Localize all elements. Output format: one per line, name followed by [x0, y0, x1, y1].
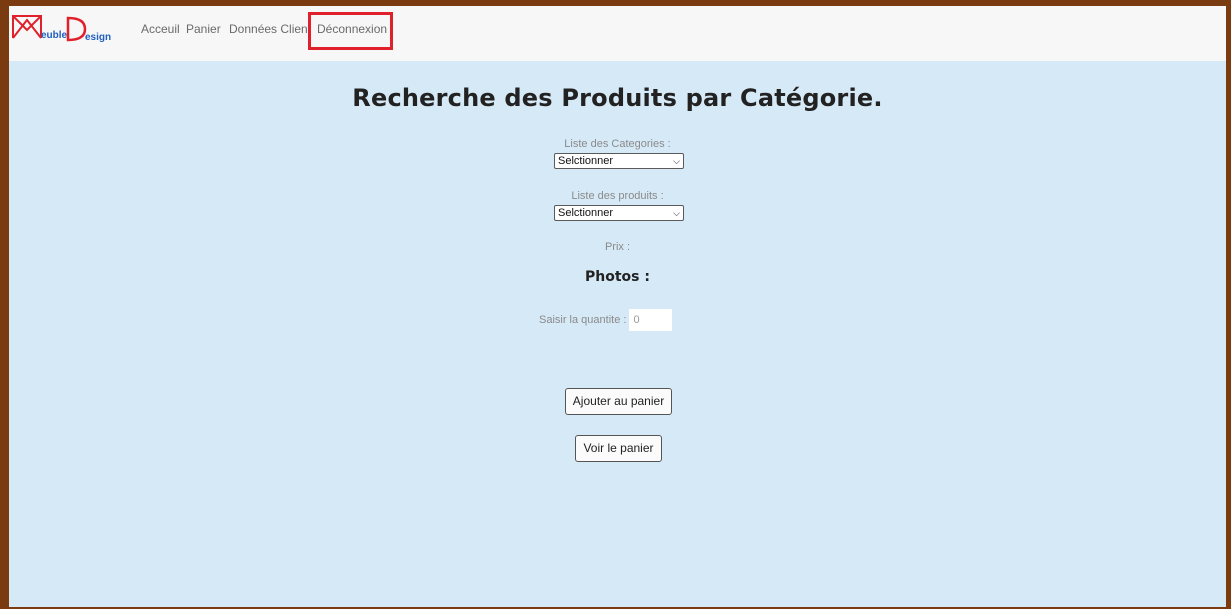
navbar: euble esign Acceuil Panier Données Clien…	[9, 6, 1226, 61]
view-cart-button[interactable]: Voir le panier	[575, 435, 662, 462]
chevron-down-icon: ⌵	[673, 156, 680, 166]
price-label: Prix :	[604, 241, 631, 253]
categories-select[interactable]: Selctionner ⌵	[554, 153, 684, 169]
add-to-cart-button[interactable]: Ajouter au panier	[565, 388, 672, 415]
app-frame: euble esign Acceuil Panier Données Clien…	[0, 0, 1231, 609]
highlight-box	[308, 12, 393, 50]
quantity-row: Saisir la quantite :	[539, 309, 673, 331]
products-select-value: Selctionner	[558, 207, 614, 219]
nav-link-donnees-client[interactable]: Données Client	[229, 22, 311, 36]
logo[interactable]: euble esign	[11, 12, 119, 44]
svg-text:euble: euble	[41, 30, 68, 41]
products-label: Liste des produits :	[571, 190, 664, 202]
quantity-input[interactable]	[629, 309, 673, 331]
photos-label: Photos :	[585, 269, 650, 285]
categories-select-value: Selctionner	[558, 155, 614, 167]
products-select[interactable]: Selctionner ⌵	[554, 205, 684, 221]
svg-text:esign: esign	[85, 32, 111, 43]
nav-link-acceuil[interactable]: Acceuil	[141, 22, 180, 36]
chevron-down-icon: ⌵	[673, 208, 680, 218]
page-title: Recherche des Produits par Catégorie.	[352, 84, 883, 112]
nav-link-panier[interactable]: Panier	[186, 22, 221, 36]
quantity-label: Saisir la quantite :	[539, 314, 627, 326]
categories-label: Liste des Categories :	[564, 138, 671, 150]
main-content: Recherche des Produits par Catégorie. Li…	[9, 61, 1226, 607]
logo-mark-icon: euble esign	[12, 15, 111, 43]
